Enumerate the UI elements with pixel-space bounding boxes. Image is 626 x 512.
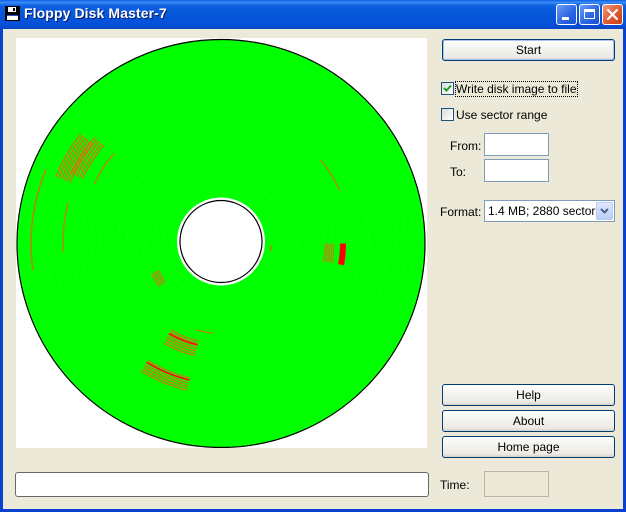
status-bar <box>15 472 429 497</box>
checkmark-icon <box>443 84 452 92</box>
to-label: To: <box>450 165 467 179</box>
time-display <box>484 471 549 497</box>
window-title: Floppy Disk Master-7 <box>24 5 167 21</box>
use-sector-range-label[interactable]: Use sector range <box>456 108 547 122</box>
help-button[interactable]: Help <box>442 384 615 406</box>
floppy-disk-icon <box>5 6 20 21</box>
write-image-label[interactable]: Write disk image to file <box>455 81 578 97</box>
chevron-down-icon <box>600 208 609 214</box>
format-dropdown-button[interactable] <box>596 202 613 220</box>
from-input[interactable] <box>484 133 549 156</box>
disk-map <box>16 38 426 448</box>
about-button[interactable]: About <box>442 410 615 432</box>
center-hole <box>179 199 263 284</box>
home-page-button[interactable]: Home page <box>442 436 615 458</box>
start-button[interactable]: Start <box>442 39 615 61</box>
title-bar[interactable]: Floppy Disk Master-7 <box>0 0 626 29</box>
use-sector-range-checkbox[interactable] <box>441 108 454 121</box>
write-image-checkbox[interactable] <box>441 82 454 95</box>
sector-bad <box>338 243 346 266</box>
minimize-button[interactable] <box>556 4 577 25</box>
app-window: Floppy Disk Master-7 Start Write disk im… <box>0 0 626 512</box>
time-label: Time: <box>440 478 470 492</box>
from-label: From: <box>450 139 482 153</box>
close-button[interactable] <box>602 4 623 25</box>
to-input[interactable] <box>484 159 549 182</box>
close-icon <box>606 8 619 21</box>
disk-map-panel <box>16 38 427 448</box>
format-selected-value: 1.4 MB; 2880 sectors <box>488 204 602 218</box>
format-select[interactable]: 1.4 MB; 2880 sectors <box>484 200 615 222</box>
format-label: Format: <box>440 205 482 219</box>
maximize-button[interactable] <box>579 4 600 25</box>
sector-warning <box>269 245 272 252</box>
